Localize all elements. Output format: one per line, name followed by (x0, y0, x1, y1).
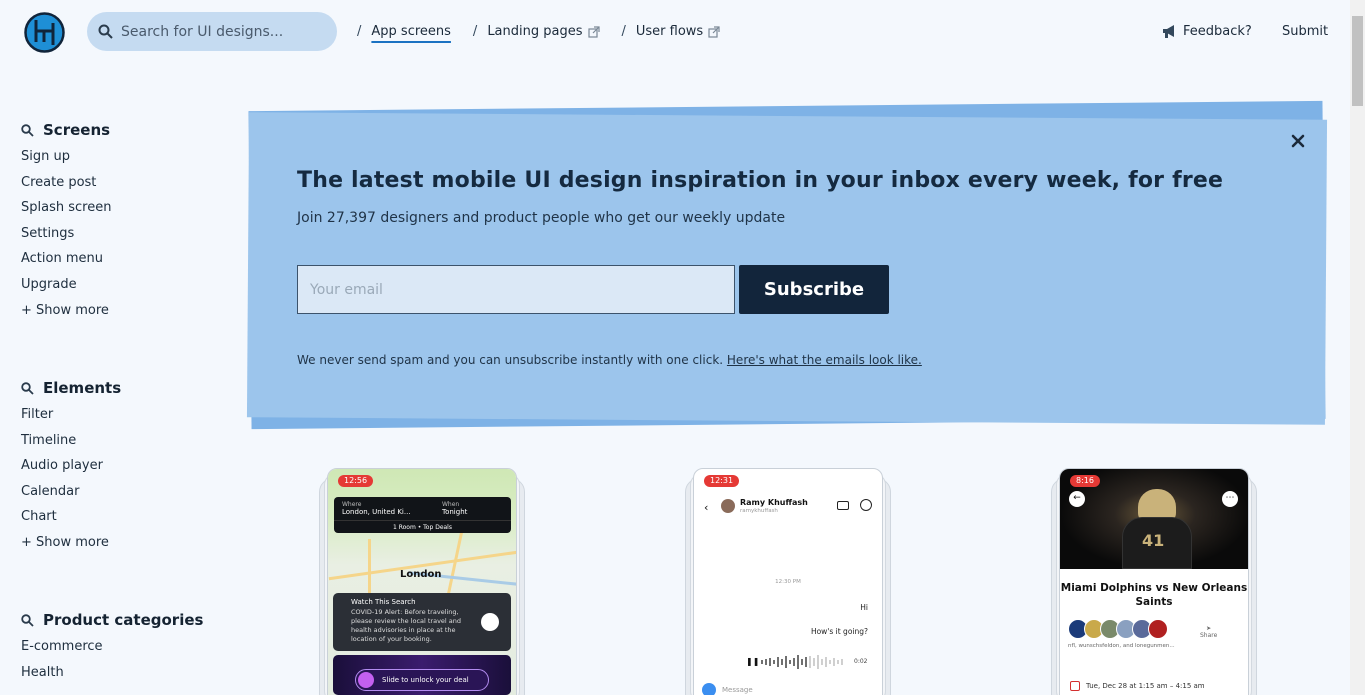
breadcrumb-separator: / (621, 24, 626, 39)
chat-message: Hi (860, 603, 868, 612)
megaphone-icon (1163, 25, 1174, 38)
back-icon: ← (1069, 491, 1085, 507)
camera-icon (702, 683, 716, 695)
status-time: 12:31 (704, 475, 740, 487)
sidebar-item-health[interactable]: Health (21, 660, 203, 686)
sidebar-item-e-commerce[interactable]: E-commerce (21, 634, 203, 660)
chat-message: How's it going? (810, 627, 868, 636)
share-button: ➤ Share (1200, 625, 1218, 639)
page-scrollbar[interactable] (1350, 0, 1365, 695)
banner-subtitle: Join 27,397 designers and product people… (297, 210, 786, 226)
sidebar-heading-screens[interactable]: Screens (21, 120, 111, 140)
phone-screenshot: 41 ← ⋯ 8:16 Miami Dolphins vs New Orlean… (1059, 468, 1249, 695)
banner-note: We never send spam and you can unsubscri… (297, 353, 922, 367)
sidebar-heading-categories[interactable]: Product categories (21, 610, 203, 630)
avatar (721, 499, 735, 513)
covid-alert: Watch This Search COVID-19 Alert: Before… (333, 593, 511, 651)
newsletter-banner: The latest mobile UI design inspiration … (246, 100, 1328, 432)
search-placeholder: Search for UI designs... (121, 23, 284, 40)
status-time: 12:56 (338, 475, 374, 487)
breadcrumb-separator: / (472, 24, 478, 39)
site-logo[interactable] (24, 12, 65, 53)
external-link-icon (587, 25, 600, 38)
message-input: Message (702, 683, 753, 695)
breadcrumb-separator: / (357, 24, 362, 39)
participant-avatars (1068, 619, 1168, 639)
nav-landing-pages[interactable]: Landing pages (487, 24, 600, 39)
event-date: Tue, Dec 28 at 1:15 am – 4:15 am (1070, 681, 1205, 691)
screen-card-sports[interactable]: 41 ← ⋯ 8:16 Miami Dolphins vs New Orlean… (1051, 468, 1257, 695)
status-time: 8:16 (1070, 475, 1100, 487)
sidebar-screens: Screens Sign up Create post Splash scree… (21, 120, 111, 323)
phone-screenshot: 12:31 ‹ Ramy Khuffash ramykhuffash 12:30… (693, 468, 883, 695)
screen-card-hotel[interactable]: 12:56 Where London, United Ki... When To… (319, 468, 525, 695)
sidebar-item-create-post[interactable]: Create post (21, 170, 111, 196)
map-city-label: London (400, 569, 442, 580)
nav-user-flows[interactable]: User flows (636, 24, 720, 39)
search-icon (98, 24, 113, 39)
email-field[interactable]: Your email (297, 265, 735, 314)
sidebar-item-calendar[interactable]: Calendar (21, 479, 121, 505)
info-icon (860, 499, 872, 511)
sidebar-categories: Product categories E-commerce Health (21, 610, 203, 685)
sidebar-item-audio-player[interactable]: Audio player (21, 453, 121, 479)
external-link-icon (708, 25, 720, 38)
feedback-link[interactable]: Feedback? (1162, 24, 1252, 39)
search-icon (21, 613, 34, 627)
submit-link[interactable]: Submit (1282, 24, 1328, 39)
screen-card-chat[interactable]: 12:31 ‹ Ramy Khuffash ramykhuffash 12:30… (685, 468, 891, 695)
more-icon: ⋯ (1222, 491, 1238, 507)
subscribe-button[interactable]: Subscribe (739, 265, 889, 314)
chat-timestamp: 12:30 PM (775, 579, 801, 585)
participants-text: nfl, wunschsfeldon, and lonegunmen... (1068, 643, 1175, 649)
pause-icon: ❚❚ (746, 657, 760, 666)
search-input[interactable]: Search for UI designs... (87, 12, 337, 51)
sidebar-item-timeline[interactable]: Timeline (21, 428, 121, 454)
waveform-icon (761, 655, 843, 669)
sidebar-elements: Elements Filter Timeline Audio player Ca… (21, 378, 121, 556)
scrollbar-thumb[interactable] (1352, 16, 1363, 106)
nav-app-screens[interactable]: App screens (371, 24, 451, 39)
slide-to-unlock: Slide to unlock your deal (333, 655, 511, 695)
toggle (481, 613, 499, 631)
hotel-search-box: Where London, United Ki... When Tonight … (334, 497, 511, 533)
chat-header: ‹ Ramy Khuffash ramykhuffash (694, 495, 882, 519)
sidebar-item-filter[interactable]: Filter (21, 402, 121, 428)
sidebar-item-action-menu[interactable]: Action menu (21, 246, 111, 272)
calendar-icon (1070, 681, 1080, 691)
search-icon (21, 123, 34, 137)
sidebar-heading-elements[interactable]: Elements (21, 378, 121, 398)
sidebar-item-settings[interactable]: Settings (21, 221, 111, 247)
event-title: Miami Dolphins vs New Orleans Saints (1060, 582, 1248, 608)
search-icon (21, 381, 34, 395)
close-icon[interactable] (1291, 134, 1305, 148)
sidebar-item-splash-screen[interactable]: Splash screen (21, 195, 111, 221)
breadcrumb: / App screens / Landing pages / User flo… (357, 24, 742, 39)
sidebar-show-more-elements[interactable]: + Show more (21, 530, 121, 556)
emails-preview-link[interactable]: Here's what the emails look like. (727, 353, 922, 367)
back-icon: ‹ (704, 501, 709, 514)
sidebar-item-sign-up[interactable]: Sign up (21, 144, 111, 170)
sidebar-item-chart[interactable]: Chart (21, 504, 121, 530)
voice-message: ❚❚ 0:02 (744, 653, 874, 671)
phone-screenshot: 12:56 Where London, United Ki... When To… (327, 468, 517, 695)
sidebar-item-upgrade[interactable]: Upgrade (21, 272, 111, 298)
feedback-label: Feedback? (1183, 24, 1252, 39)
sidebar-show-more-screens[interactable]: + Show more (21, 298, 111, 324)
video-call-icon (837, 501, 849, 510)
banner-title: The latest mobile UI design inspiration … (297, 168, 1224, 193)
